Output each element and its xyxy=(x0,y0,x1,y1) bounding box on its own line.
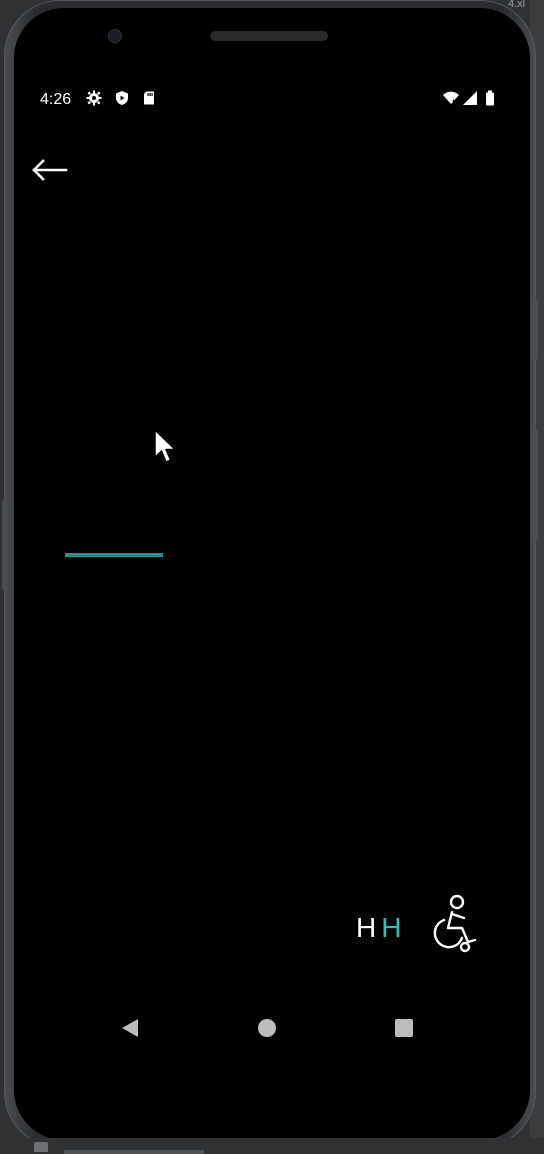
side-button-left xyxy=(2,500,7,590)
back-button[interactable] xyxy=(28,152,72,188)
power-button xyxy=(533,430,538,540)
earpiece-speaker xyxy=(210,31,328,41)
recents-square-icon xyxy=(395,1019,413,1037)
label-h-white: H xyxy=(356,912,378,943)
desktop-window-label: 4.xl xyxy=(508,0,526,8)
wheelchair-icon xyxy=(433,894,477,953)
desktop-taskbar-icon xyxy=(34,1142,48,1152)
battery-icon xyxy=(484,90,496,106)
shield-icon xyxy=(114,90,130,106)
progress-indicator xyxy=(65,553,163,557)
status-time: 4:26 xyxy=(40,91,72,108)
hh-label: HH xyxy=(356,912,402,944)
label-h-accent: H xyxy=(381,912,403,943)
nav-recents-button[interactable] xyxy=(390,1014,418,1042)
wifi-icon xyxy=(442,90,459,106)
status-bar: 4:26 xyxy=(22,86,510,112)
nav-back-button[interactable] xyxy=(117,1014,145,1042)
arrow-left-icon xyxy=(32,159,68,181)
home-circle-icon xyxy=(258,1019,276,1037)
front-camera xyxy=(108,29,122,43)
volume-button xyxy=(533,300,538,360)
back-triangle-icon xyxy=(122,1019,138,1037)
system-nav-bar xyxy=(22,1000,510,1056)
mouse-cursor-icon xyxy=(153,428,179,466)
phone-screen xyxy=(14,8,530,1140)
gear-icon xyxy=(86,90,102,106)
desktop-taskbar-text xyxy=(64,1150,204,1154)
signal-icon xyxy=(462,90,478,106)
nav-home-button[interactable] xyxy=(253,1014,281,1042)
accessibility-button[interactable] xyxy=(428,892,482,956)
sd-card-icon xyxy=(141,90,157,106)
desktop-bottom-strip xyxy=(0,1138,544,1154)
